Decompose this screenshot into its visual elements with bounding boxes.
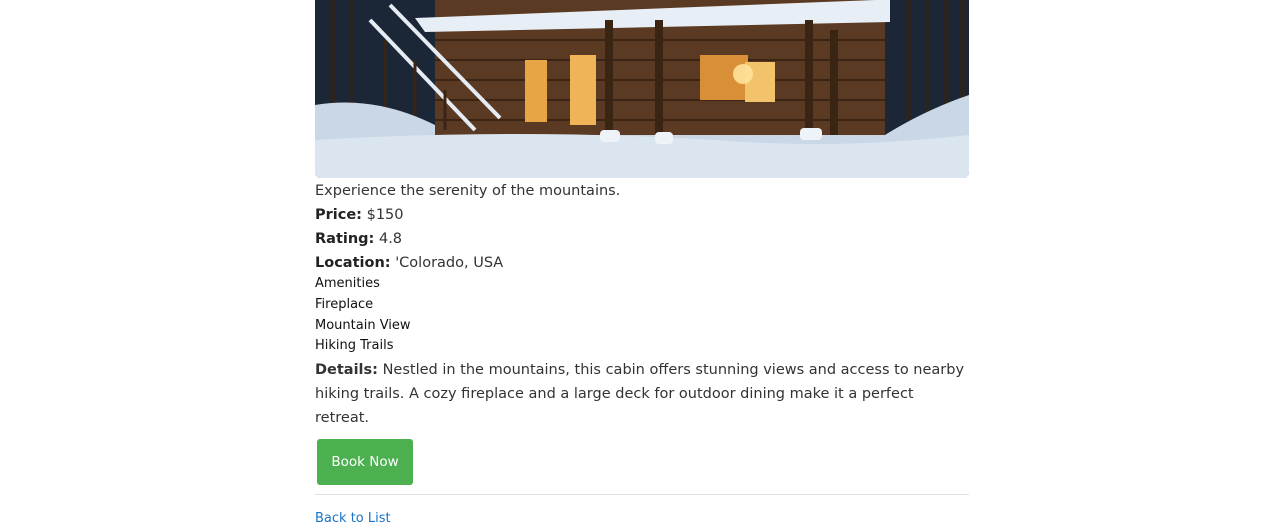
rating-value: 4.8 — [378, 231, 403, 247]
price-label: Price: — [315, 207, 362, 223]
cabin-image — [315, 0, 969, 178]
amenity-item: Hiking Trails — [315, 338, 394, 353]
rating-field: Rating: 4.8 — [315, 229, 969, 249]
details-field: Details: Nestled in the mountains, this … — [315, 358, 969, 430]
back-to-list-link[interactable]: Back to List — [315, 511, 391, 526]
book-now-button[interactable]: Book Now — [317, 438, 413, 485]
details-label: Details: — [315, 361, 378, 378]
price-value: $150 — [366, 207, 404, 223]
amenities-list: Fireplace Mountain View Hiking Trails — [315, 296, 969, 355]
location-value: 'Colorado, USA — [395, 255, 504, 271]
rating-label: Rating: — [315, 231, 375, 247]
location-label: Location: — [315, 255, 391, 271]
amenity-item: Fireplace — [315, 297, 374, 312]
listing-description: Experience the serenity of the mountains… — [315, 183, 621, 199]
amenity-item: Mountain View — [315, 317, 411, 333]
divider — [315, 493, 969, 495]
details-text: Nestled in the mountains, this cabin off… — [315, 361, 965, 426]
amenities-heading: Amenities — [315, 276, 380, 291]
location-field: Location: 'Colorado, USA — [315, 253, 969, 273]
price-field: Price: $150 — [315, 205, 969, 225]
listing-detail: Experience the serenity of the mountains… — [315, 0, 969, 526]
